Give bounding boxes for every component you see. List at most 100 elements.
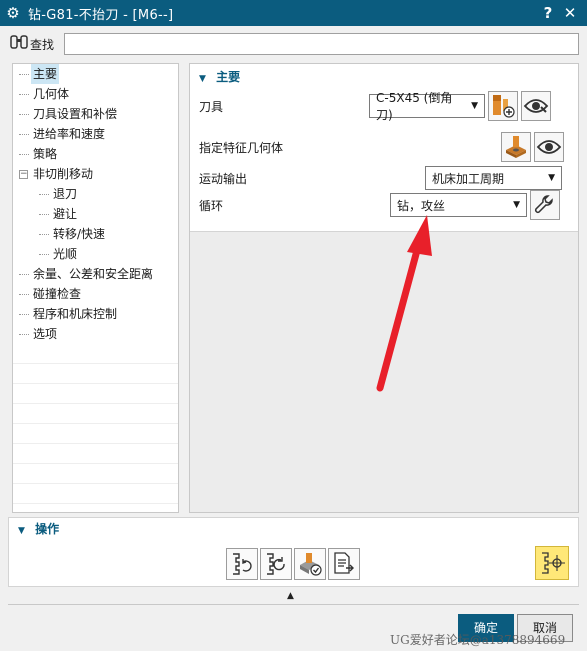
- tool-row: 刀具 C-5X45 (倒角刀) ▼: [199, 91, 551, 122]
- tree-item[interactable]: 避让: [13, 204, 178, 224]
- cycle-select[interactable]: 钻，攻丝 ▼: [390, 193, 527, 217]
- tree-item[interactable]: 程序和机床控制: [13, 304, 178, 324]
- tree-connector: [19, 314, 29, 315]
- wrench-icon: [534, 195, 553, 214]
- replay-button[interactable]: [260, 548, 292, 580]
- help-button[interactable]: ?: [537, 4, 559, 22]
- feature-geometry-button[interactable]: [501, 132, 531, 162]
- new-tool-button[interactable]: [488, 91, 518, 121]
- tree-empty-row: [13, 404, 178, 424]
- search-label: 查找: [30, 37, 55, 52]
- list-button[interactable]: [328, 548, 360, 580]
- tree-empty-row: [13, 464, 178, 484]
- tree-connector: [19, 74, 29, 75]
- tree-connector: [19, 274, 29, 275]
- operations-buttons: [226, 548, 362, 580]
- tree-empty-row: [13, 364, 178, 384]
- tree-connector: [19, 134, 29, 135]
- operations-header[interactable]: ▼ 操作: [9, 518, 578, 540]
- replay-icon: [267, 553, 285, 575]
- edit-cycle-button[interactable]: [530, 190, 560, 220]
- tree-connector: [39, 214, 49, 215]
- tree-item[interactable]: 碰撞检查: [13, 284, 178, 304]
- collapse-dialog-icon[interactable]: ▲: [287, 591, 294, 601]
- tree-connector: [39, 254, 49, 255]
- tree-item-label: 选项: [33, 327, 58, 341]
- tree-connector: [19, 94, 29, 95]
- collapse-triangle-icon: ▼: [199, 74, 206, 84]
- motion-output-value: 机床加工周期: [432, 171, 505, 186]
- tree-item-label: 退刀: [53, 187, 78, 201]
- cycle-value: 钻，攻丝: [397, 198, 446, 213]
- generate-button[interactable]: [535, 546, 569, 580]
- close-button[interactable]: ✕: [559, 4, 581, 22]
- tree-item[interactable]: 选项: [13, 324, 178, 344]
- footer-divider: [8, 604, 579, 605]
- tree-item[interactable]: 退刀: [13, 184, 178, 204]
- collapse-triangle-icon: ▼: [18, 526, 25, 536]
- tree-connector: [39, 194, 49, 195]
- tool-select[interactable]: C-5X45 (倒角刀) ▼: [369, 91, 485, 122]
- display-feature-button[interactable]: [534, 132, 564, 162]
- verify-icon: [300, 553, 322, 576]
- verify-button[interactable]: [294, 548, 326, 580]
- content-panel: ▼ 主要 刀具 C-5X45 (倒角刀) ▼ 指定特征几何体 运动输出 机床加工…: [189, 63, 579, 513]
- tree-connector: [19, 334, 29, 335]
- watermark: UG爱好者论坛@a1378894669: [390, 633, 566, 647]
- tree-item[interactable]: 光顺: [13, 244, 178, 264]
- generate-icon: [542, 552, 565, 574]
- main-group-title: 主要: [216, 70, 241, 84]
- tree-item[interactable]: 转移/快速: [13, 224, 178, 244]
- cycle-label: 循环: [199, 198, 224, 213]
- feature-geometry-row: 指定特征几何体: [199, 132, 564, 162]
- search-input[interactable]: [64, 33, 579, 55]
- tree-item-label: 光顺: [53, 247, 78, 261]
- tree-item[interactable]: 几何体: [13, 84, 178, 104]
- feature-geometry-label: 指定特征几何体: [199, 140, 284, 155]
- tree-item-label: 进给率和速度: [33, 127, 106, 141]
- main-group: ▼ 主要 刀具 C-5X45 (倒角刀) ▼ 指定特征几何体 运动输出 机床加工…: [190, 64, 578, 232]
- tree-empty-row: [13, 424, 178, 444]
- tree-connector: [19, 154, 29, 155]
- tree-item-label: 主要: [31, 64, 60, 84]
- regenerate-icon: [233, 553, 252, 575]
- tree-item-label: 策略: [33, 147, 58, 161]
- list-icon: [334, 552, 354, 574]
- motion-output-row: 运动输出 机床加工周期 ▼: [199, 164, 562, 192]
- tree-item[interactable]: 余量、公差和安全距离: [13, 264, 178, 284]
- tool-select-value: C-5X45 (倒角刀): [376, 91, 453, 122]
- tool-label: 刀具: [199, 99, 224, 114]
- gear-icon: ⚙: [6, 4, 20, 22]
- tree-item-label: 几何体: [33, 87, 70, 101]
- tree-item-label: 避让: [53, 207, 78, 221]
- window-title: 钻-G81-不抬刀 - [M6--]: [28, 7, 174, 23]
- chevron-down-icon: ▼: [548, 173, 555, 183]
- tree-item-label: 程序和机床控制: [33, 307, 118, 321]
- tree-expander-icon[interactable]: −: [19, 170, 28, 179]
- new-tool-icon: [493, 95, 515, 118]
- motion-output-select[interactable]: 机床加工周期 ▼: [425, 166, 562, 190]
- tree-item-label: 余量、公差和安全距离: [33, 267, 154, 281]
- tree-item-label: 非切削移动: [33, 167, 94, 181]
- tree-item[interactable]: 策略: [13, 144, 178, 164]
- tree-empty-row: [13, 344, 178, 364]
- title-bar: ⚙ 钻-G81-不抬刀 - [M6--] ? ✕: [0, 0, 587, 26]
- cycle-row: 循环 钻，攻丝 ▼: [199, 190, 560, 220]
- tree-item[interactable]: 刀具设置和补偿: [13, 104, 178, 124]
- tree-item-label: 刀具设置和补偿: [33, 107, 118, 121]
- eye-icon: [536, 140, 562, 154]
- chevron-down-icon: ▼: [471, 101, 478, 111]
- tree-empty-row: [13, 484, 178, 504]
- display-tool-button[interactable]: [521, 91, 551, 121]
- tree-item-label: 碰撞检查: [33, 287, 82, 301]
- regenerate-button[interactable]: [226, 548, 258, 580]
- main-group-header[interactable]: ▼ 主要: [190, 64, 578, 90]
- navigation-tree: 主要 几何体 刀具设置和补偿 进给率和速度 策略 − 非切削移动 退刀 避让 转移/快速 光顺 余量、…: [12, 63, 179, 513]
- chevron-down-icon: ▼: [513, 200, 520, 210]
- tree-item[interactable]: 进给率和速度: [13, 124, 178, 144]
- operations-title: 操作: [35, 522, 60, 536]
- tree-item[interactable]: − 非切削移动: [13, 164, 178, 184]
- search-row: 查找: [8, 32, 579, 56]
- tree-item[interactable]: 主要: [13, 64, 178, 84]
- eye-icon: [523, 99, 549, 113]
